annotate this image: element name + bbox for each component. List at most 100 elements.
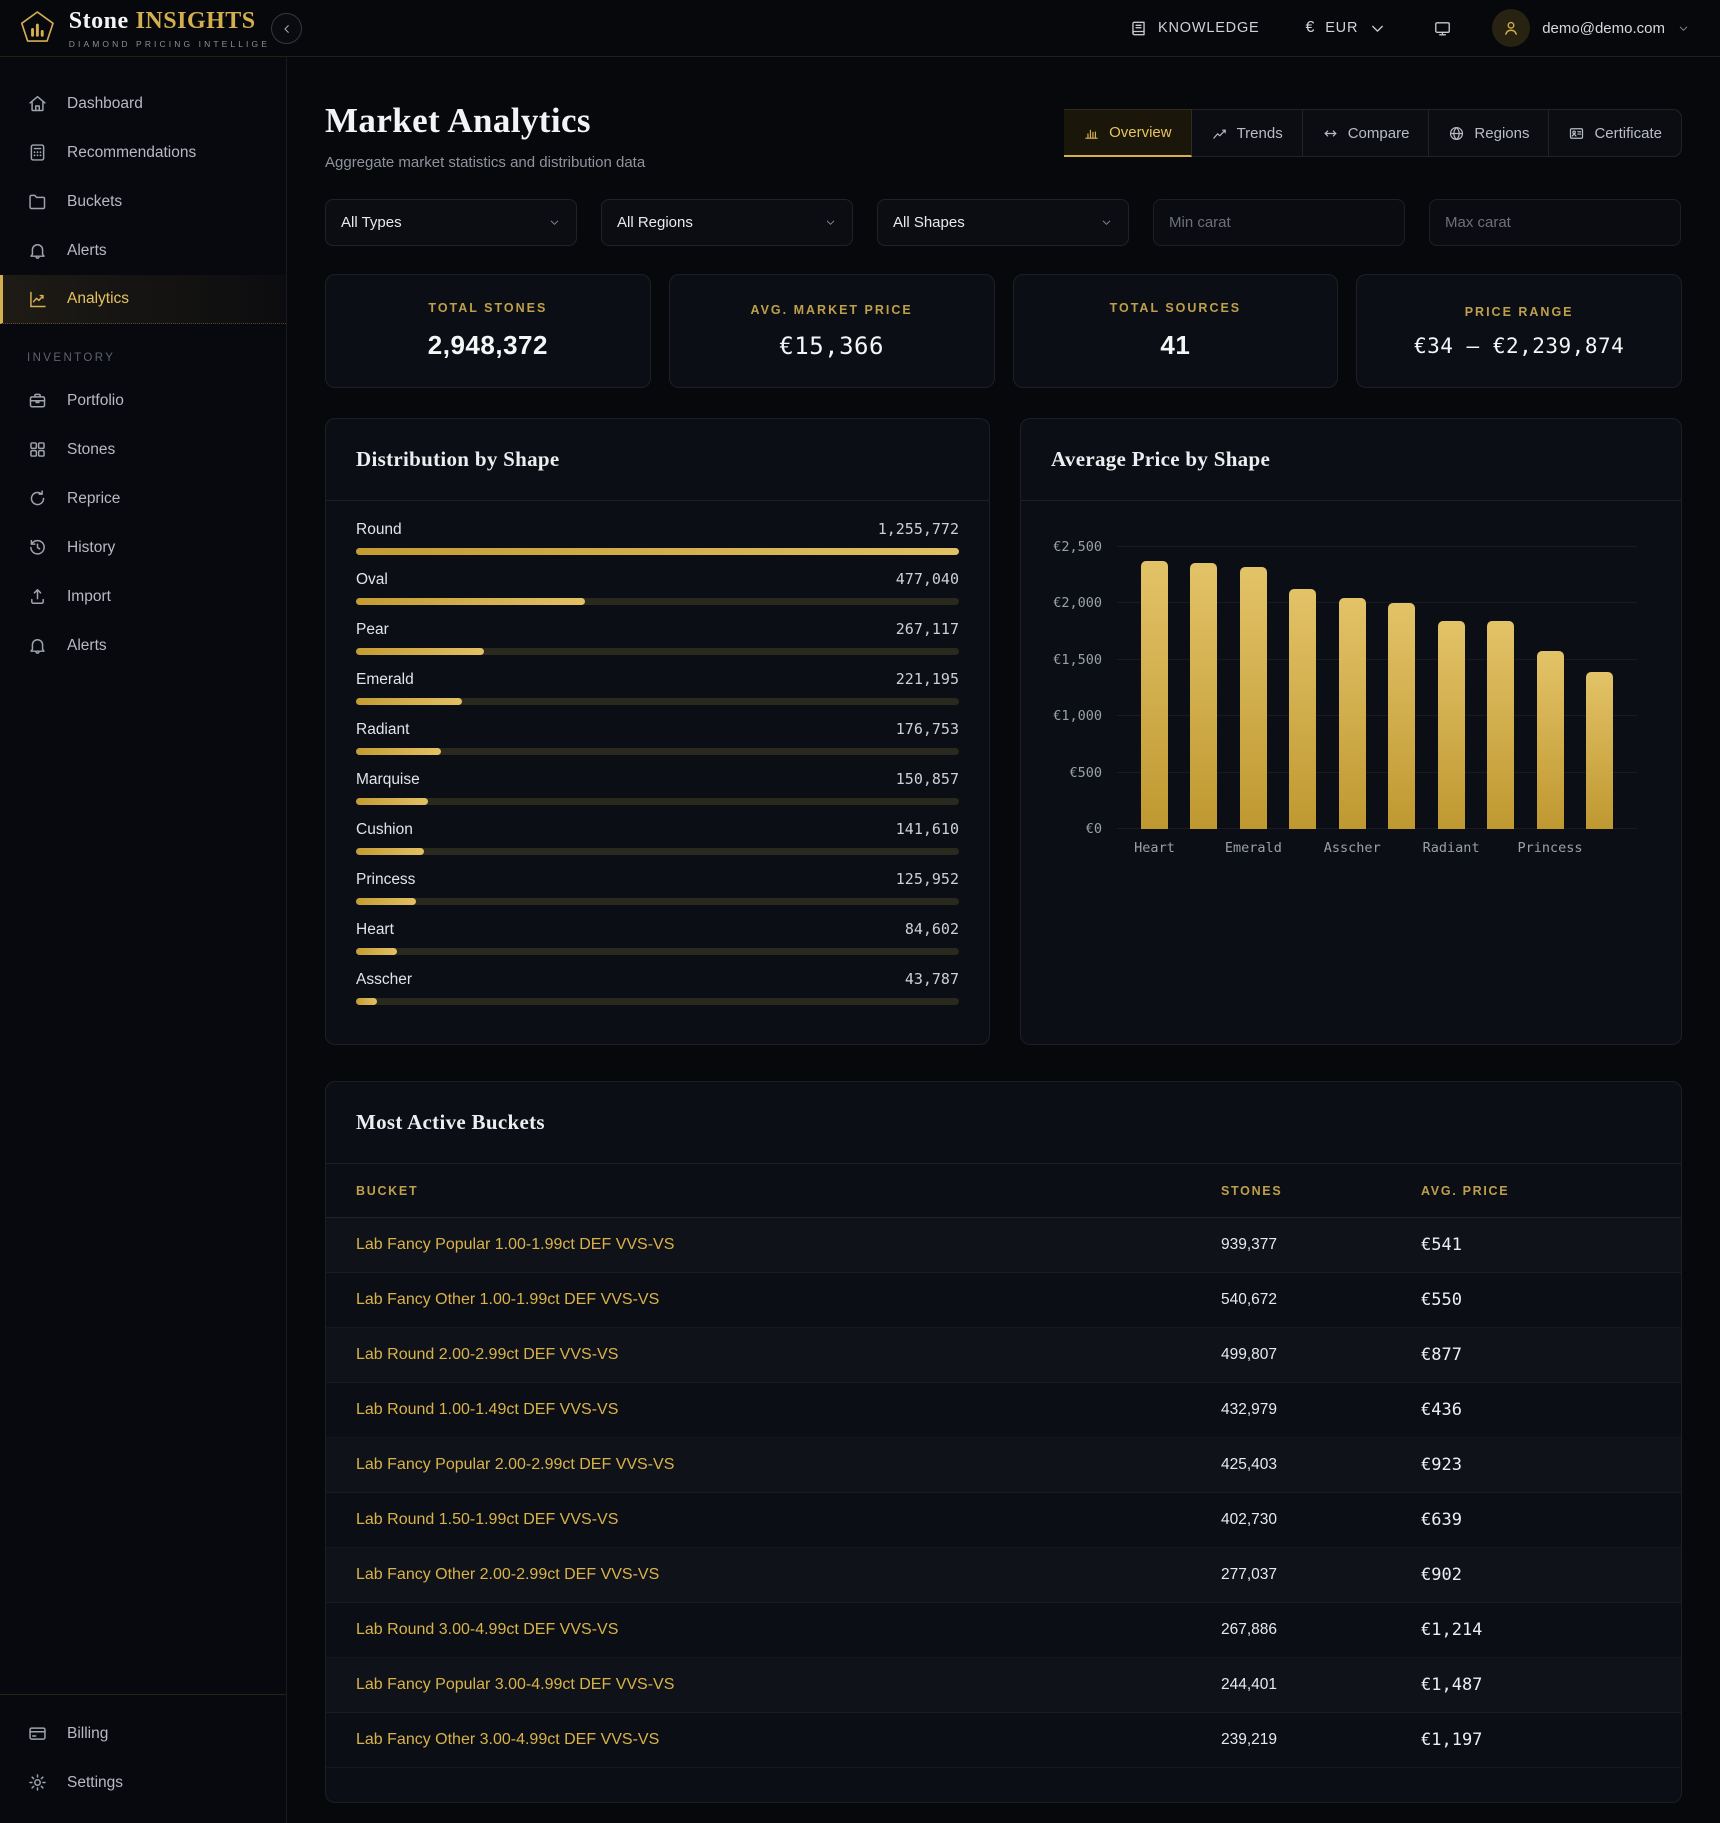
tab-3[interactable]: Regions [1429,109,1550,157]
bucket-link[interactable]: Lab Round 1.50-1.99ct DEF VVS-VS [356,1511,1221,1529]
user-menu[interactable]: demo@demo.com [1492,9,1690,47]
sidebar-item-4[interactable]: Analytics [0,275,286,324]
shape-count: 221,195 [895,670,959,688]
chevron-down-icon [1368,19,1387,38]
chevron-down-icon [548,216,561,229]
table-row-4[interactable]: Lab Fancy Popular 2.00-2.99ct DEF VVS-VS… [326,1438,1681,1493]
buckets-title: Most Active Buckets [356,1110,545,1134]
distribution-bar-track [356,698,959,705]
bar-slot-6: Radiant [1423,547,1480,856]
sidebar-collapse-button[interactable] [271,13,302,44]
sidebar-inventory-item-2[interactable]: Reprice [0,474,286,523]
sidebar-item-label: Import [67,587,111,605]
max-carat-input[interactable] [1429,199,1681,246]
user-email: demo@demo.com [1542,19,1665,37]
sidebar-item-0[interactable]: Dashboard [0,79,286,128]
bucket-price: €1,197 [1421,1730,1483,1750]
sidebar-item-icon [27,191,48,212]
bucket-link[interactable]: Lab Fancy Other 3.00-4.99ct DEF VVS-VS [356,1731,1221,1749]
currency-selector[interactable]: € EUR [1300,18,1394,39]
tab-icon [1211,125,1228,142]
distribution-bar-track [356,798,959,805]
book-icon [1129,19,1148,38]
tab-2[interactable]: Compare [1302,109,1430,157]
sidebar: Dashboard Recommendations Buckets Alerts… [0,57,287,1823]
distribution-bar-track [356,998,959,1005]
bucket-link[interactable]: Lab Round 3.00-4.99ct DEF VVS-VS [356,1621,1221,1639]
sidebar-item-icon [27,635,48,656]
type-filter-select[interactable]: All Types [325,199,577,246]
price-chart-plot: €0 €500 €1,000 €1,500 €2,000 €2,500 Heart Emera… [1053,539,1637,856]
distribution-bar-track [356,948,959,955]
sidebar-footer: Billing Settings [0,1694,286,1823]
table-row-6[interactable]: Lab Fancy Other 2.00-2.99ct DEF VVS-VS 2… [326,1548,1681,1603]
distribution-row-2: Pear 267,117 [356,605,959,655]
stat-card-1: AVG. MARKET PRICE €15,366 [668,274,995,388]
distribution-bar-fill [356,598,586,605]
tab-label: Certificate [1594,124,1662,142]
bucket-price: €1,487 [1421,1675,1483,1695]
sidebar-item-3[interactable]: Alerts [0,226,286,275]
table-row-1[interactable]: Lab Fancy Other 1.00-1.99ct DEF VVS-VS 5… [326,1273,1681,1328]
sidebar-inventory-item-4[interactable]: Import [0,572,286,621]
distribution-title: Distribution by Shape [356,447,560,471]
main-content: Market Analytics Aggregate market statis… [287,57,1720,1823]
display-mode-button[interactable] [1427,18,1458,39]
bucket-link[interactable]: Lab Fancy Other 2.00-2.99ct DEF VVS-VS [356,1566,1221,1584]
user-icon [1501,18,1521,38]
view-tabs: Overview Trends Compare Regions Certific… [1064,109,1682,157]
buckets-table-header: BUCKET STONES AVG. PRICE [326,1164,1681,1218]
bucket-link[interactable]: Lab Fancy Popular 2.00-2.99ct DEF VVS-VS [356,1456,1221,1474]
sidebar-section-inventory: INVENTORY [27,352,116,364]
sidebar-item-1[interactable]: Recommendations [0,128,286,177]
brand-name: Stone INSIGHTS [69,8,270,35]
knowledge-button[interactable]: KNOWLEDGE [1123,18,1265,39]
bucket-link[interactable]: Lab Fancy Other 1.00-1.99ct DEF VVS-VS [356,1291,1221,1309]
bucket-stones: 939,377 [1221,1236,1278,1253]
table-row-5[interactable]: Lab Round 1.50-1.99ct DEF VVS-VS 402,730… [326,1493,1681,1548]
bucket-price: €550 [1421,1290,1462,1310]
distribution-row-1: Oval 477,040 [356,555,959,605]
sidebar-footer-item-1[interactable]: Settings [0,1758,286,1807]
sidebar-item-label: Billing [67,1724,109,1742]
distribution-panel: Distribution by Shape Round 1,255,772 Ov… [325,418,990,1045]
tab-icon [1083,124,1100,141]
tab-label: Trends [1236,124,1283,142]
sidebar-item-2[interactable]: Buckets [0,177,286,226]
tab-0[interactable]: Overview [1064,109,1192,157]
bucket-stones: 499,807 [1221,1346,1278,1363]
sidebar-item-icon [27,390,48,411]
tab-label: Overview [1109,124,1172,141]
bar-slot-7 [1487,547,1515,829]
sidebar-inventory-item-0[interactable]: Portfolio [0,376,286,425]
sidebar-inventory-item-1[interactable]: Stones [0,425,286,474]
price-bar-3 [1289,588,1317,829]
min-carat-input[interactable] [1153,199,1405,246]
sidebar-item-icon [27,142,48,163]
table-row-8[interactable]: Lab Fancy Popular 3.00-4.99ct DEF VVS-VS… [326,1658,1681,1713]
stat-value: €15,366 [779,331,884,360]
tab-1[interactable]: Trends [1191,109,1303,157]
euro-symbol: € [1305,19,1316,36]
x-axis-tick-label: Emerald [1224,840,1282,856]
sidebar-inventory-item-3[interactable]: History [0,523,286,572]
tab-4[interactable]: Certificate [1549,109,1682,157]
table-row-7[interactable]: Lab Round 3.00-4.99ct DEF VVS-VS 267,886… [326,1603,1681,1658]
bucket-link[interactable]: Lab Fancy Popular 1.00-1.99ct DEF VVS-VS [356,1236,1221,1254]
sidebar-item-icon [27,240,48,261]
y-axis-tick-label: €500 [1069,764,1102,781]
table-row-9[interactable]: Lab Fancy Other 3.00-4.99ct DEF VVS-VS 2… [326,1713,1681,1768]
shape-filter-select[interactable]: All Shapes [877,199,1129,246]
bucket-link[interactable]: Lab Round 2.00-2.99ct DEF VVS-VS [356,1346,1221,1364]
table-row-2[interactable]: Lab Round 2.00-2.99ct DEF VVS-VS 499,807… [326,1328,1681,1383]
bucket-link[interactable]: Lab Round 1.00-1.49ct DEF VVS-VS [356,1401,1221,1419]
bucket-link[interactable]: Lab Fancy Popular 3.00-4.99ct DEF VVS-VS [356,1676,1221,1694]
sidebar-inventory-item-5[interactable]: Alerts [0,621,286,670]
sidebar-footer-item-0[interactable]: Billing [0,1709,286,1758]
table-row-0[interactable]: Lab Fancy Popular 1.00-1.99ct DEF VVS-VS… [326,1218,1681,1273]
bucket-price: €541 [1421,1235,1462,1255]
region-filter-select[interactable]: All Regions [601,199,853,246]
y-axis-tick-label: €1,500 [1053,651,1102,668]
table-row-3[interactable]: Lab Round 1.00-1.49ct DEF VVS-VS 432,979… [326,1383,1681,1438]
stat-card-2: TOTAL SOURCES 41 [1012,274,1339,388]
